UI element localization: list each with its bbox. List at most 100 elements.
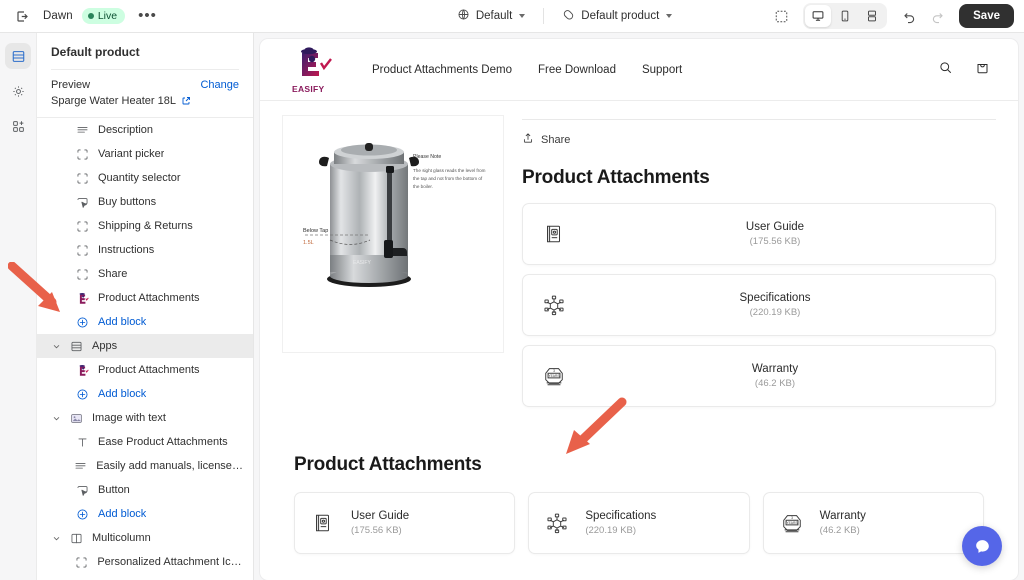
exit-icon[interactable] bbox=[10, 4, 34, 28]
sidebar-row-ease-product-attachments[interactable]: Ease Product Attachments bbox=[37, 430, 253, 454]
sidebar-row-label: Add block bbox=[98, 388, 147, 400]
product-image[interactable]: EASIFY Below Tap 1.5L Please Note The si… bbox=[282, 115, 504, 353]
status-badge-label: Live bbox=[97, 10, 118, 22]
sidebar-row-label: Ease Product Attachments bbox=[98, 436, 228, 448]
sidebar-row-apps[interactable]: Apps bbox=[37, 334, 253, 358]
sidebar-row-multicolumn[interactable]: Multicolumn bbox=[37, 526, 253, 550]
locale-selector[interactable]: Default bbox=[449, 4, 533, 28]
note-title: Please Note bbox=[413, 154, 441, 160]
topbar-center-group: Default Default product bbox=[360, 4, 769, 28]
attachment-name: Warranty bbox=[751, 363, 799, 375]
theme-editor-window: Dawn Live ••• Default Default product Sa… bbox=[0, 0, 1024, 580]
sidebar-row-description[interactable]: Description bbox=[37, 118, 253, 142]
attachment-name: User Guide bbox=[351, 510, 410, 522]
sidebar-row-buy-buttons[interactable]: Buy buttons bbox=[37, 190, 253, 214]
chat-bubble-icon[interactable] bbox=[962, 526, 1002, 566]
sidebar-row-instructions[interactable]: Instructions bbox=[37, 238, 253, 262]
topbar-divider bbox=[543, 8, 545, 24]
chevron-down-icon bbox=[519, 14, 526, 18]
sidebar-row-product-attachments[interactable]: Product Attachments bbox=[37, 358, 253, 382]
attachment-card[interactable]: User Guide (175.56 KB) bbox=[522, 203, 996, 265]
undo-icon[interactable] bbox=[897, 4, 921, 28]
sections-icon[interactable] bbox=[5, 43, 31, 69]
sections-icon bbox=[69, 339, 84, 354]
attachment-card[interactable]: Specifications (220.19 KB) bbox=[522, 274, 996, 336]
sidebar-row-image-with-text[interactable]: Image with text bbox=[37, 406, 253, 430]
preview-section: Preview Change Sparge Water Heater 18L bbox=[37, 70, 253, 117]
attachment-text: Specifications (220.19 KB) bbox=[585, 510, 748, 536]
svg-text:3: 3 bbox=[791, 516, 793, 520]
gear-icon[interactable] bbox=[5, 78, 31, 104]
search-icon[interactable] bbox=[938, 60, 953, 80]
attachment-card[interactable]: Specifications (220.19 KB) bbox=[528, 492, 750, 554]
sidebar-row-add-block[interactable]: Add block bbox=[37, 502, 253, 526]
sidebar-row-product-attachments[interactable]: Product Attachments bbox=[37, 286, 253, 310]
plus-circle-icon bbox=[75, 315, 90, 330]
template-selector[interactable]: Default product bbox=[554, 4, 680, 28]
chevron-down-icon[interactable] bbox=[51, 341, 61, 351]
attachment-card[interactable]: 3 YEARS Warranty (46.2 KB) bbox=[762, 492, 984, 554]
status-dot bbox=[87, 13, 94, 19]
fullscreen-icon[interactable] bbox=[859, 5, 885, 27]
sidebar-row-label: Variant picker bbox=[98, 148, 165, 160]
device-toggle-group bbox=[803, 3, 888, 29]
attachment-card[interactable]: User Guide (175.56 KB) bbox=[294, 492, 516, 554]
storefront-nav-link-0[interactable]: Product Attachments Demo bbox=[372, 64, 512, 76]
save-button[interactable]: Save bbox=[959, 4, 1014, 28]
svg-text:YEARS: YEARS bbox=[548, 374, 560, 378]
inspector-icon[interactable] bbox=[769, 4, 793, 28]
svg-text:3: 3 bbox=[553, 369, 555, 373]
shopping-bag-icon[interactable] bbox=[975, 60, 990, 80]
easify-logo-mark bbox=[301, 46, 332, 76]
cursor-button-icon bbox=[75, 195, 90, 210]
sidebar-row-label: Share bbox=[98, 268, 128, 280]
text-lines-icon bbox=[75, 123, 90, 138]
change-preview-link[interactable]: Change bbox=[200, 79, 239, 91]
storefront-nav-link-2[interactable]: Support bbox=[642, 64, 682, 76]
attachment-name: Specifications bbox=[585, 510, 657, 522]
sidebar-row-personalized-attachment-icons[interactable]: Personalized Attachment Icons bbox=[37, 550, 253, 573]
plus-circle-icon bbox=[75, 507, 90, 522]
sidebar-row-label: Buy buttons bbox=[98, 196, 157, 208]
spec-network-icon bbox=[529, 511, 585, 535]
sidebar-row-add-block[interactable]: Add block bbox=[37, 310, 253, 334]
sidebar-row-label: Image with text bbox=[92, 412, 166, 424]
svg-text:YEARS: YEARS bbox=[786, 521, 798, 525]
share-button[interactable]: Share bbox=[522, 119, 996, 157]
warranty-badge-icon: 3 YEARS bbox=[764, 512, 820, 534]
chevron-down-icon[interactable] bbox=[51, 533, 61, 543]
attachment-card[interactable]: 3 YEARS Warranty (46.2 KB) bbox=[522, 345, 996, 407]
attachment-text: User Guide (175.56 KB) bbox=[585, 221, 995, 247]
sidebar-row-share[interactable]: Share bbox=[37, 262, 253, 286]
heading-t-icon bbox=[75, 435, 90, 450]
apps-add-icon[interactable] bbox=[5, 113, 31, 139]
chevron-down-icon[interactable] bbox=[51, 413, 61, 423]
easify-logo[interactable]: EASIFY bbox=[292, 46, 344, 94]
sidebar-row-label: Button bbox=[98, 484, 130, 496]
sidebar-row-label: Product Attachments bbox=[98, 292, 200, 304]
sidebar-row-quantity-selector[interactable]: Quantity selector bbox=[37, 166, 253, 190]
product-detail-area: EASIFY Below Tap 1.5L Please Note The si… bbox=[260, 101, 1018, 416]
tag-icon bbox=[562, 8, 575, 24]
sidebar-row-label: Instructions bbox=[98, 244, 155, 256]
svg-text:The sight glass reads the leve: The sight glass reads the level from bbox=[413, 168, 486, 173]
sidebar-row-variant-picker[interactable]: Variant picker bbox=[37, 142, 253, 166]
desktop-icon[interactable] bbox=[805, 5, 832, 27]
more-menu-button[interactable]: ••• bbox=[134, 8, 161, 23]
mobile-icon[interactable] bbox=[832, 5, 858, 27]
external-link-icon[interactable] bbox=[181, 96, 191, 106]
shop-name: Dawn bbox=[43, 10, 73, 22]
sidebar-row-add-block[interactable]: Add block bbox=[37, 382, 253, 406]
attachment-text: User Guide (175.56 KB) bbox=[351, 510, 514, 536]
block-icon bbox=[75, 171, 90, 186]
sidebar-row-shipping-returns[interactable]: Shipping & Returns bbox=[37, 214, 253, 238]
storefront-nav-link-1[interactable]: Free Download bbox=[538, 64, 616, 76]
sidebar-row-label: Add block bbox=[98, 508, 147, 520]
preview-product-name-row[interactable]: Sparge Water Heater 18L bbox=[51, 95, 239, 107]
sidebar-row-easily-add-manuals-licenses[interactable]: Easily add manuals, licenses, … bbox=[37, 454, 253, 478]
svg-text:the tap and not from the botto: the tap and not from the bottom of bbox=[413, 176, 483, 181]
block-list[interactable]: Description Variant picker Quantity select… bbox=[37, 117, 253, 573]
sidebar-row-button[interactable]: Button bbox=[37, 478, 253, 502]
lower-attachments-section: Product Attachments User Guide (175.56 KB… bbox=[260, 416, 1018, 554]
top-bar: Dawn Live ••• Default Default product Sa… bbox=[0, 0, 1024, 33]
